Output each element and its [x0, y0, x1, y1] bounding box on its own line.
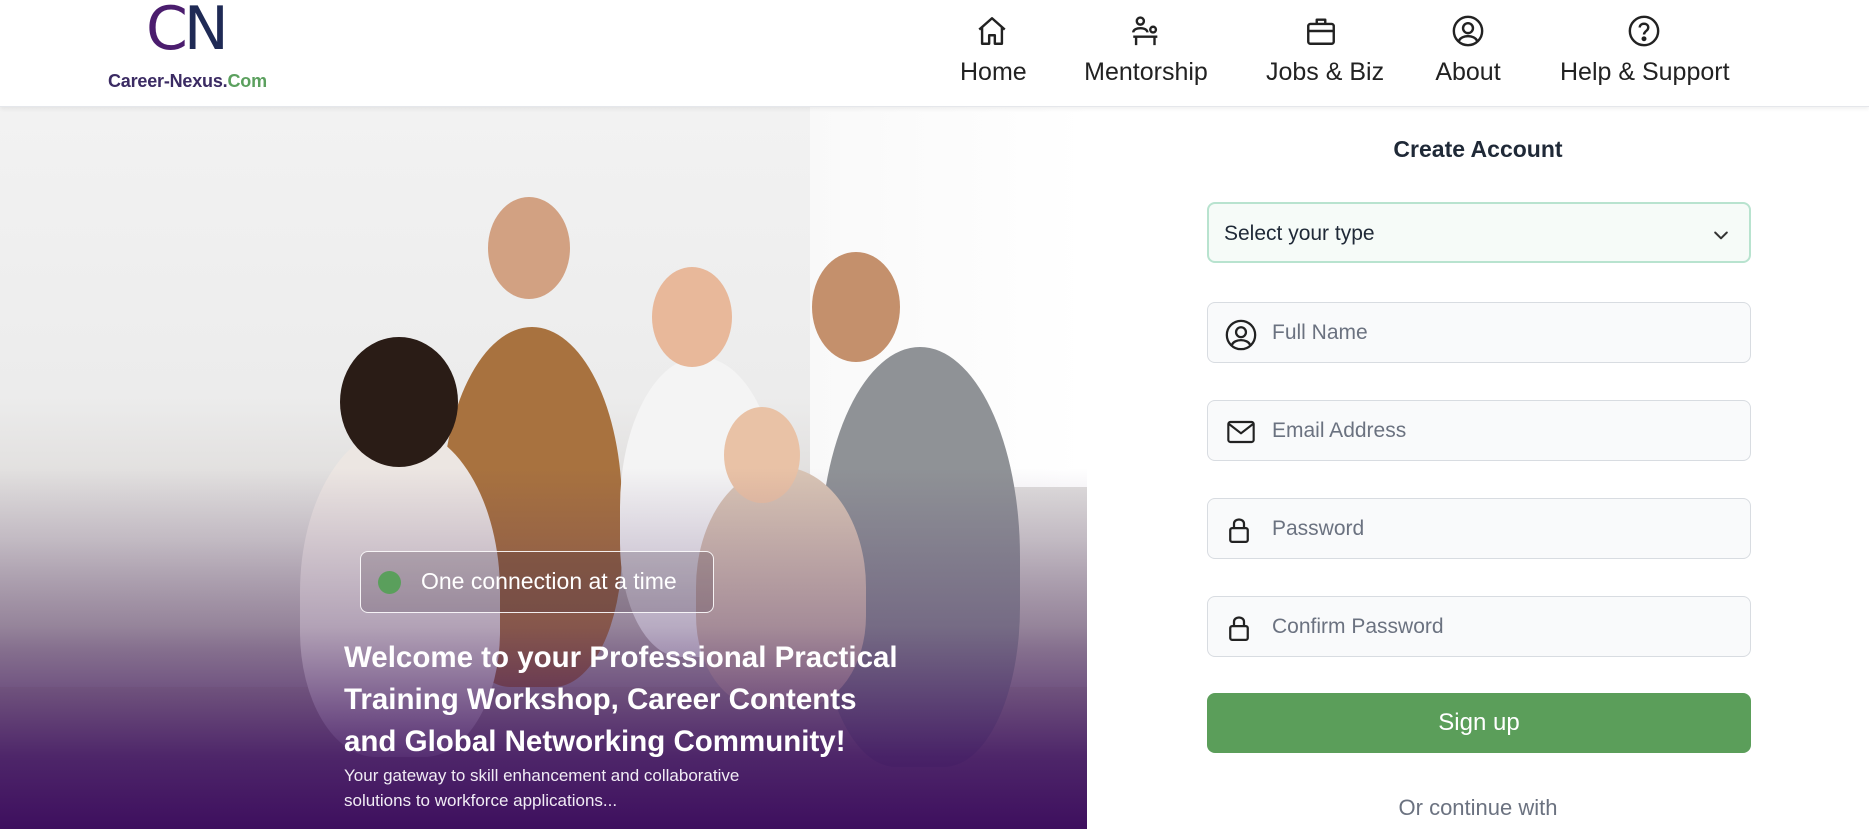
account-type-value: Select your type	[1224, 222, 1375, 245]
nav-help-support[interactable]: Help & Support	[1560, 10, 1730, 92]
full-name-input[interactable]	[1272, 313, 1732, 353]
logo-text: Career-Nexus.Com	[108, 71, 267, 92]
nav-mentorship-label: Mentorship	[1084, 58, 1208, 86]
nav-about-label: About	[1435, 58, 1501, 86]
nav-mentorship[interactable]: Mentorship	[1084, 10, 1208, 92]
mail-icon	[1227, 420, 1255, 444]
email-field	[1207, 400, 1751, 461]
lock-icon	[1229, 518, 1249, 543]
nav-home-label: Home	[960, 58, 1027, 86]
nav-jobs-biz[interactable]: Jobs & Biz	[1266, 10, 1385, 92]
form-title: Create Account	[1393, 136, 1563, 162]
nav-jobs-biz-label: Jobs & Biz	[1266, 58, 1385, 86]
hero-title: Welcome to your Professional Practical T…	[344, 641, 898, 758]
briefcase-icon	[1307, 18, 1335, 45]
logo-name-main: Career-Nexus.	[108, 71, 228, 91]
logo-mark-c: C	[146, 0, 188, 64]
question-icon	[1628, 15, 1660, 47]
password-input[interactable]	[1272, 509, 1732, 549]
nav-help-support-label: Help & Support	[1560, 58, 1730, 86]
confirm-password-input[interactable]	[1272, 607, 1732, 647]
full-name-field	[1207, 302, 1751, 363]
logo-mark-n: N	[183, 0, 229, 64]
hero-section: One connection at a time Welcome to your…	[0, 107, 1087, 829]
top-header: CN Career-Nexus.Com Home Mentorship Jobs…	[0, 0, 1869, 107]
nav-home[interactable]: Home	[960, 10, 1027, 92]
account-type-select[interactable]: Select your type	[1207, 202, 1751, 263]
tagline-text: One connection at a time	[421, 568, 677, 594]
status-dot	[378, 571, 401, 594]
mentorship-icon	[1132, 16, 1158, 46]
hero-subtitle: Your gateway to skill enhancement and co…	[344, 766, 740, 810]
nav-about[interactable]: About	[1435, 10, 1501, 92]
password-field	[1207, 498, 1751, 559]
lock-icon	[1229, 616, 1249, 641]
home-icon	[978, 17, 1006, 45]
email-input[interactable]	[1272, 411, 1732, 451]
user-circle-icon	[1452, 15, 1484, 47]
tagline-badge: One connection at a time	[360, 551, 714, 613]
user-circle-icon	[1225, 319, 1257, 351]
continue-with-label: Or continue with	[1398, 795, 1558, 820]
logo[interactable]: CN Career-Nexus.Com	[106, 0, 276, 100]
logo-mark: CN	[146, 0, 229, 64]
logo-name-suffix: Com	[227, 71, 267, 91]
signup-button[interactable]: Sign up	[1207, 693, 1751, 753]
chevron-down-icon	[1714, 231, 1728, 240]
confirm-password-field	[1207, 596, 1751, 657]
